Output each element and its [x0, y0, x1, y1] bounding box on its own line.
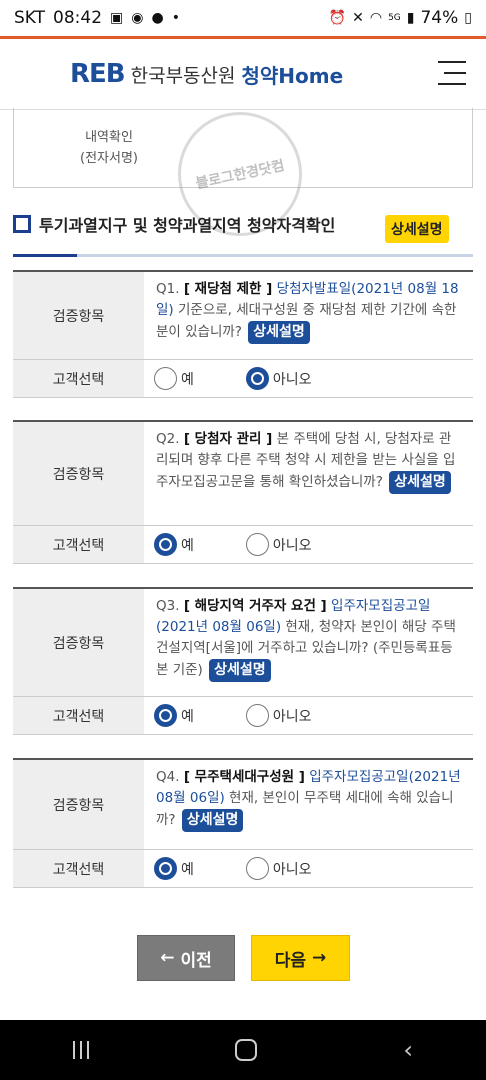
prev-button[interactable]: ← 이전	[137, 935, 235, 981]
cell-line-2: (전자서명)	[80, 151, 138, 166]
question-row: 검증항목 Q4. [ 무주택세대구성원 ] 입주자모집공고일(2021년 08월…	[13, 760, 473, 850]
cut-text	[64, 116, 154, 127]
choice-row: 고객선택 예 아니오	[13, 697, 473, 735]
q3-no-radio[interactable]: 아니오	[245, 704, 312, 727]
section-detail-button[interactable]: 상세설명	[385, 215, 449, 243]
question-row: 검증항목 Q1. [ 재당첨 제한 ] 당첨자발표일(2021년 08월 18일…	[13, 272, 473, 360]
network-type-label: 5G	[388, 12, 401, 23]
mute-icon: ✕	[352, 10, 364, 26]
clock: 08:42	[53, 8, 103, 28]
question-table-1: 검증항목 Q1. [ 재당첨 제한 ] 당첨자발표일(2021년 08월 18일…	[13, 270, 473, 398]
talk-icon: ●	[151, 10, 164, 26]
choice-label: 고객선택	[13, 850, 144, 887]
q1-no-radio[interactable]: 아니오	[245, 367, 312, 390]
location-icon: ◉	[131, 10, 144, 26]
detail-button-q1[interactable]: 상세설명	[248, 321, 310, 344]
recent-apps-icon[interactable]	[73, 1041, 90, 1059]
wifi-icon: ◠	[369, 10, 383, 26]
question-text: Q2. [ 당첨자 관리 ] 본 주택에 당첨 시, 당첨자로 관리되며 향후 …	[144, 422, 473, 525]
radio-icon	[245, 533, 269, 556]
detail-button-q4[interactable]: 상세설명	[181, 809, 244, 832]
radio-icon	[245, 857, 269, 880]
logo-mark: REB	[70, 59, 126, 89]
logo-home-name: 청약Home	[241, 63, 344, 88]
gallery-icon: ▣	[110, 10, 124, 26]
radio-checked-icon	[154, 857, 177, 880]
back-icon[interactable]: ‹	[403, 1036, 413, 1064]
question-text: Q4. [ 무주택세대구성원 ] 입주자모집공고일(2021년 08월 06일)…	[144, 760, 473, 849]
choice-row: 고객선택 예 아니오	[13, 526, 473, 564]
hamburger-menu-icon[interactable]	[438, 61, 466, 85]
choice-row: 고객선택 예 아니오	[13, 360, 473, 398]
question-text: Q1. [ 재당첨 제한 ] 당첨자발표일(2021년 08월 18일) 기준으…	[144, 272, 473, 359]
question-table-3: 검증항목 Q3. [ 해당지역 거주자 요건 ] 입주자모집공고일(2021년 …	[13, 587, 473, 735]
status-bar: SKT 08:42 ▣ ◉ ● • ⏰ ✕ ◠ 5G ▮ 74% ▯	[0, 0, 486, 36]
question-table-2: 검증항목 Q2. [ 당첨자 관리 ] 본 주택에 당첨 시, 당첨자로 관리되…	[13, 420, 473, 564]
question-row: 검증항목 Q3. [ 해당지역 거주자 요건 ] 입주자모집공고일(2021년 …	[13, 589, 473, 697]
choice-label: 고객선택	[13, 697, 144, 734]
verify-label: 검증항목	[13, 422, 144, 525]
radio-checked-icon	[154, 704, 177, 727]
system-nav-bar: ‹	[0, 1020, 486, 1080]
next-button[interactable]: 다음 →	[251, 935, 350, 981]
choice-row: 고객선택 예 아니오	[13, 850, 473, 888]
radio-checked-icon	[154, 533, 177, 556]
section-title: 투기과열지구 및 청약과열지역 청약자격확인	[13, 212, 335, 236]
q2-yes-radio[interactable]: 예	[154, 533, 194, 556]
verify-label: 검증항목	[13, 589, 144, 696]
detail-button-q3[interactable]: 상세설명	[209, 659, 271, 682]
verify-label: 검증항목	[13, 272, 144, 359]
q4-yes-radio[interactable]: 예	[154, 857, 194, 880]
question-row: 검증항목 Q2. [ 당첨자 관리 ] 본 주택에 당첨 시, 당첨자로 관리되…	[13, 422, 473, 526]
logo-org-name: 한국부동산원	[130, 64, 236, 87]
signal-icon: ▮	[406, 10, 415, 26]
radio-icon	[245, 704, 269, 727]
question-text: Q3. [ 해당지역 거주자 요건 ] 입주자모집공고일(2021년 08월 0…	[144, 589, 473, 696]
arrow-right-icon: →	[312, 948, 327, 968]
alarm-icon: ⏰	[328, 10, 347, 26]
square-bullet-icon	[13, 215, 31, 233]
radio-checked-icon	[245, 367, 269, 390]
verify-label: 검증항목	[13, 760, 144, 849]
section-divider	[13, 254, 473, 257]
detail-button-q2[interactable]: 상세설명	[389, 471, 451, 494]
cell-line-1: 내역확인	[85, 130, 133, 145]
carrier-label: SKT	[14, 8, 46, 28]
choice-label: 고객선택	[13, 526, 144, 563]
radio-icon	[154, 367, 177, 390]
q4-no-radio[interactable]: 아니오	[245, 857, 312, 880]
q3-yes-radio[interactable]: 예	[154, 704, 194, 727]
q1-yes-radio[interactable]: 예	[154, 367, 194, 390]
question-table-4: 검증항목 Q4. [ 무주택세대구성원 ] 입주자모집공고일(2021년 08월…	[13, 758, 473, 888]
prev-button-label: 이전	[180, 950, 212, 971]
next-button-label: 다음	[274, 950, 307, 971]
battery-level: 74%	[420, 8, 459, 28]
q2-no-radio[interactable]: 아니오	[245, 533, 312, 556]
dot-icon: •	[171, 10, 180, 26]
section-title-text: 투기과열지구 및 청약과열지역 청약자격확인	[39, 216, 336, 235]
site-header: REB 한국부동산원 청약Home	[0, 36, 486, 110]
arrow-left-icon: ←	[160, 948, 175, 968]
choice-label: 고객선택	[13, 360, 144, 397]
battery-icon: ▯	[464, 10, 472, 26]
previous-card-cell: 내역확인 (전자서명)	[64, 116, 154, 169]
site-logo[interactable]: REB 한국부동산원 청약Home	[70, 59, 343, 89]
watermark-text: 블로그한경닷컴	[194, 157, 286, 193]
home-icon[interactable]	[235, 1039, 258, 1061]
